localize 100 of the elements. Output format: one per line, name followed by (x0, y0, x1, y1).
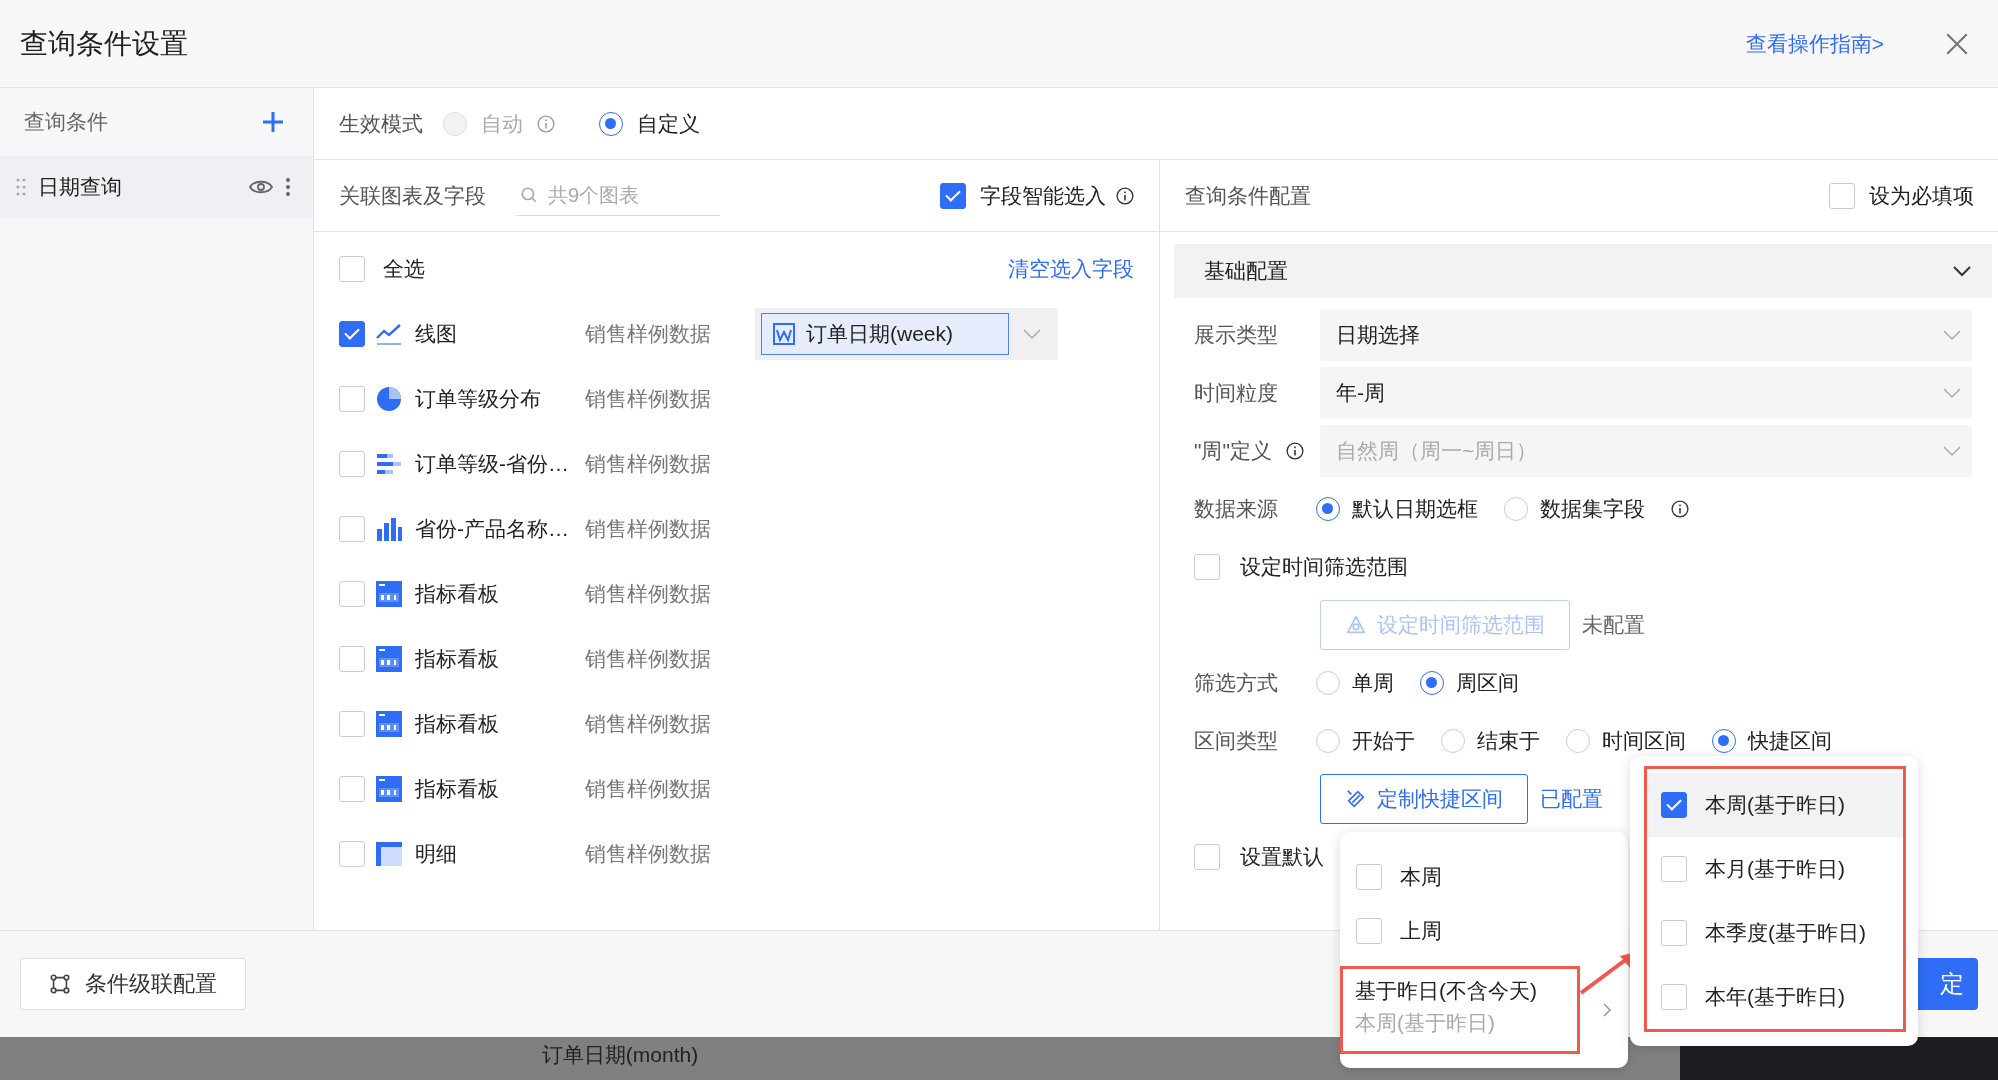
radio-button[interactable] (1316, 497, 1340, 521)
radio-button[interactable] (1316, 729, 1340, 753)
radio-button[interactable] (1566, 729, 1590, 753)
radio-label: 开始于 (1352, 728, 1415, 754)
checkbox[interactable] (339, 320, 365, 347)
chart-name: 明细 (415, 840, 458, 867)
radio-label: 时间区间 (1602, 728, 1686, 754)
checkbox-label: 全选 (383, 255, 425, 282)
checkbox[interactable] (940, 182, 966, 209)
radio-label: 结束于 (1477, 728, 1540, 754)
checkbox[interactable] (1661, 856, 1687, 882)
chevron-icon[interactable] (1952, 265, 1972, 277)
checkbox[interactable] (1356, 864, 1382, 890)
chart-name: 订单等级-省份… (415, 450, 570, 477)
dataset-name: 销售样例数据 (585, 645, 712, 672)
menu-item[interactable]: 本季度(基于昨日) (1647, 901, 1903, 965)
checkbox[interactable] (339, 450, 365, 477)
radio-button[interactable] (1441, 729, 1465, 753)
dataset-name: 销售样例数据 (585, 320, 712, 347)
checkbox[interactable] (1829, 182, 1855, 209)
checkbox-label: 设置默认 (1240, 844, 1324, 870)
checkbox[interactable] (339, 385, 365, 412)
checkbox-label: 设定时间筛选范围 (1240, 554, 1408, 580)
submenu-entry-summary: 本周(基于昨日) (1355, 1010, 1496, 1036)
checkbox[interactable] (1661, 984, 1687, 1010)
radio-button[interactable] (1712, 729, 1736, 753)
sidebar-item[interactable]: 日期查询 (0, 156, 313, 218)
dataset-name: 销售样例数据 (585, 450, 712, 477)
info-icon[interactable] (1116, 186, 1134, 205)
dropdown[interactable]: 日期选择 (1320, 309, 1972, 361)
filter-range-icon (1345, 614, 1367, 636)
radio-button[interactable] (1420, 671, 1444, 695)
menu-item[interactable]: 本月(基于昨日) (1647, 837, 1903, 901)
checkbox[interactable] (1194, 554, 1220, 580)
kpi-card-icon (375, 644, 403, 673)
dialog-title: 查询条件设置 (20, 26, 188, 61)
search-field[interactable]: 共9个图表 (548, 183, 708, 207)
menu-item[interactable]: 本年(基于昨日) (1647, 965, 1903, 1029)
search-icon (520, 186, 538, 204)
checkbox[interactable] (339, 710, 365, 737)
config-button[interactable]: 定制快捷区间 (1320, 774, 1528, 824)
dataset-name: 销售样例数据 (585, 840, 712, 867)
menu-item[interactable]: 本周(基于昨日) (1647, 773, 1903, 837)
checkbox[interactable] (1661, 792, 1687, 818)
radio-button[interactable] (599, 111, 623, 136)
field-label: 时间粒度 (1194, 380, 1278, 406)
add-icon[interactable] (261, 110, 285, 134)
more-icon[interactable] (285, 177, 291, 197)
pie-chart-icon (375, 384, 403, 413)
checkbox[interactable] (339, 515, 365, 542)
submenu-entry-title: 基于昨日(不含今天) (1355, 978, 1538, 1004)
radio-label: 自定义 (637, 110, 700, 137)
radio-button[interactable] (1316, 671, 1340, 695)
kpi-card-icon (375, 579, 403, 608)
radio-label: 自动 (481, 110, 523, 137)
dataset-name: 销售样例数据 (585, 580, 712, 607)
checkbox-label: 设为必填项 (1869, 182, 1974, 209)
clear-link[interactable]: 清空选入字段 (1008, 254, 1134, 283)
chart-name: 省份-产品名称… (415, 515, 570, 542)
dataset-name: 销售样例数据 (585, 385, 712, 412)
cascade-config-button[interactable]: 条件级联配置 (20, 958, 246, 1010)
mode-label: 生效模式 (339, 110, 423, 137)
dataset-name: 销售样例数据 (585, 710, 712, 737)
checkbox[interactable] (1356, 918, 1382, 944)
radio-label: 默认日期选框 (1352, 496, 1478, 522)
submenu-entry[interactable]: 基于昨日(不含今天) 本周(基于昨日) (1340, 966, 1580, 1054)
section-header[interactable]: 基础配置 (1174, 244, 1992, 298)
config-status: 已配置 (1540, 786, 1603, 812)
config-status: 未配置 (1582, 612, 1645, 638)
chevron-icon (1942, 387, 1962, 399)
ruler-pencil-icon (1345, 788, 1367, 810)
field-label: 区间类型 (1194, 728, 1278, 754)
dataset-name: 销售样例数据 (585, 775, 712, 802)
chart-name: 线图 (415, 320, 458, 347)
info-icon[interactable] (1671, 500, 1689, 518)
checkbox[interactable] (339, 255, 365, 282)
radio-button[interactable] (1504, 497, 1528, 521)
checkbox[interactable] (339, 580, 365, 607)
checkbox[interactable] (339, 840, 365, 867)
checkbox[interactable] (1194, 844, 1220, 870)
section-title: 基础配置 (1204, 258, 1288, 284)
drag-handle-icon[interactable] (16, 177, 26, 197)
checkbox[interactable] (339, 775, 365, 802)
sidebar-title: 查询条件 (24, 109, 108, 135)
panel-title: 关联图表及字段 (339, 182, 486, 209)
sidebar-item-label: 日期查询 (38, 174, 122, 200)
field-select[interactable]: 订单日期(week) (755, 307, 1058, 360)
table-icon (375, 839, 403, 868)
chart-name: 指标看板 (415, 580, 500, 607)
dataset-name: 销售样例数据 (585, 515, 712, 542)
checkbox[interactable] (1661, 920, 1687, 946)
field-label: "周"定义 (1194, 438, 1272, 464)
checkbox[interactable] (339, 645, 365, 672)
guide-link[interactable]: 查看操作指南> (1745, 29, 1884, 58)
radio-label: 快捷区间 (1748, 728, 1832, 754)
checkbox-label: 字段智能选入 (980, 182, 1106, 209)
eye-icon[interactable] (249, 179, 273, 195)
chart-name: 订单等级分布 (415, 385, 542, 412)
field-label: 展示类型 (1194, 322, 1278, 348)
dropdown[interactable]: 年-周 (1320, 367, 1972, 419)
